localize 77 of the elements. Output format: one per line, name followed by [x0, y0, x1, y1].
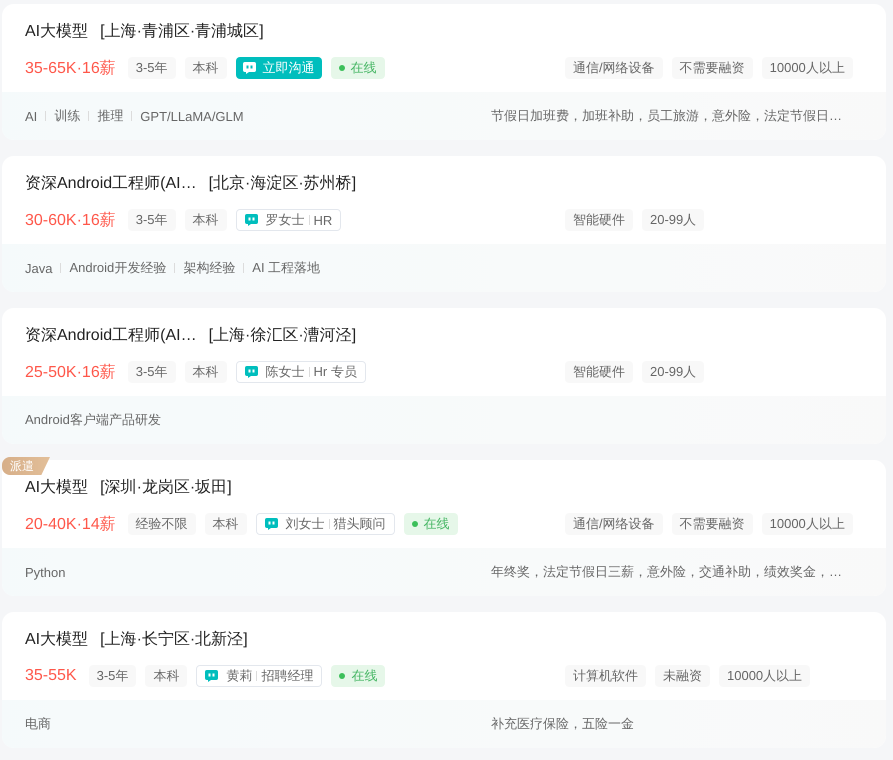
- job-type-badge: 派遣: [2, 457, 50, 475]
- chat-icon: [205, 670, 218, 682]
- benefits-text: 补充医疗保险，五险一金: [491, 715, 635, 733]
- skill-label: Android开发经验: [69, 259, 166, 277]
- job-card[interactable]: 资深Android工程师(AI… [上海·徐汇区·漕河泾] 25-50K·16薪 3-5年 本科 陈女士 Hr 专员 智能硬件 20-99人 Android客户端产品研发: [2, 308, 886, 444]
- benefits-text: 年终奖，法定节假日三薪，意外险，交通补助，绩效奖金，…: [491, 563, 843, 581]
- recruiter-role: HR: [314, 212, 332, 228]
- skill-label: AI: [25, 108, 38, 124]
- job-title[interactable]: 资深Android工程师(AI…: [25, 172, 197, 194]
- salary-text: 30-60K·16薪: [25, 210, 116, 230]
- company-tag: 10000人以上: [719, 665, 810, 687]
- company-tag: 未融资: [655, 665, 710, 687]
- company-tag: 不需要融资: [672, 57, 753, 79]
- recruiter-name: 罗女士: [266, 211, 305, 229]
- skill-label: 推理: [97, 107, 124, 125]
- company-tag: 20-99人: [642, 361, 704, 383]
- job-location: [深圳·龙岗区·坂田]: [100, 478, 232, 498]
- chat-icon: [242, 62, 256, 74]
- job-card[interactable]: AI大模型 [上海·青浦区·青浦城区] 35-65K·16薪 3-5年 本科 立即沟通 在线 通信/网络设备 不需要融资 10000人以上 AI 训练 推理 GPT/LLaMA/GLM 节假日加班费，加班补助，员工旅游，意外险，法定节假日…: [2, 4, 886, 140]
- company-tag: 计算机软件: [565, 665, 646, 687]
- job-title[interactable]: AI大模型: [25, 476, 88, 498]
- skill-label: Android客户端产品研发: [25, 411, 161, 429]
- job-location: [上海·长宁区·北新泾]: [100, 630, 248, 650]
- company-tag: 智能硬件: [565, 209, 633, 231]
- skill-label: GPT/LLaMA/GLM: [140, 108, 244, 124]
- skill-label: 训练: [54, 107, 80, 125]
- company-tag: 10000人以上: [762, 57, 853, 79]
- recruiter-role: 猎头顾问: [334, 515, 386, 533]
- company-tag: 20-99人: [642, 209, 704, 231]
- skill-label: 架构经验: [183, 259, 236, 277]
- requirement-tag: 本科: [145, 665, 188, 687]
- job-title[interactable]: AI大模型: [25, 628, 88, 650]
- company-tag: 通信/网络设备: [565, 57, 663, 79]
- status-dot-icon: [412, 521, 418, 527]
- job-card[interactable]: 派遣 AI大模型 [深圳·龙岗区·坂田] 20-40K·14薪 经验不限 本科 刘女士 猎头顾问 在线 通信/网络设备 不需要融资 10000人以上 Python 年终奖，法定节假日三薪，意外险，交通补助，绩效奖金，…: [2, 460, 886, 596]
- requirement-tag: 3-5年: [128, 361, 176, 383]
- requirement-tag: 3-5年: [88, 665, 136, 687]
- skill-label: Java: [25, 260, 52, 276]
- requirement-tag: 本科: [204, 513, 247, 535]
- chat-icon: [244, 214, 258, 226]
- recruiter-role: 招聘经理: [261, 667, 314, 685]
- recruiter-name: 黄莉: [226, 667, 252, 685]
- benefits-text: 节假日加班费，加班补助，员工旅游，意外险，法定节假日…: [491, 107, 843, 125]
- requirement-tag: 3-5年: [128, 209, 176, 231]
- skill-label: 电商: [25, 715, 51, 733]
- requirement-tag: 经验不限: [128, 513, 196, 535]
- salary-text: 35-65K·16薪: [25, 58, 116, 78]
- recruiter-role: Hr 专员: [314, 363, 357, 381]
- chat-icon: [244, 366, 258, 378]
- salary-text: 20-40K·14薪: [25, 514, 116, 534]
- company-tag: 通信/网络设备: [565, 513, 663, 535]
- job-title[interactable]: 资深Android工程师(AI…: [25, 324, 197, 346]
- online-label: 在线: [351, 667, 378, 685]
- salary-text: 25-50K·16薪: [25, 362, 116, 382]
- skill-label: Python: [25, 564, 66, 580]
- job-title[interactable]: AI大模型: [25, 20, 88, 42]
- chat-icon: [264, 518, 278, 530]
- online-label: 在线: [424, 515, 450, 533]
- job-card[interactable]: 资深Android工程师(AI… [北京·海淀区·苏州桥] 30-60K·16薪 3-5年 本科 罗女士 HR 智能硬件 20-99人 Java Android开发经验 架构经验 AI 工程落地: [2, 156, 886, 292]
- requirement-tag: 本科: [184, 57, 227, 79]
- online-label: 在线: [350, 59, 377, 77]
- status-dot-icon: [338, 65, 345, 71]
- job-location: [上海·青浦区·青浦城区]: [100, 22, 264, 42]
- skill-label: AI 工程落地: [252, 259, 320, 277]
- requirement-tag: 3-5年: [128, 57, 176, 79]
- status-dot-icon: [339, 673, 346, 679]
- salary-text: 35-55K: [25, 667, 77, 685]
- job-card[interactable]: AI大模型 [上海·长宁区·北新泾] 35-55K 3-5年 本科 黄莉 招聘经理 在线 计算机软件 未融资 10000人以上 电商 补充医疗保险，五险一金: [2, 612, 886, 748]
- job-location: [上海·徐汇区·漕河泾]: [208, 326, 356, 346]
- company-tag: 智能硬件: [565, 361, 633, 383]
- company-tag: 10000人以上: [762, 513, 853, 535]
- recruiter-name: 陈女士: [266, 363, 305, 381]
- requirement-tag: 本科: [184, 361, 227, 383]
- requirement-tag: 本科: [184, 209, 227, 231]
- recruiter-name: 刘女士: [286, 515, 325, 533]
- job-location: [北京·海淀区·苏州桥]: [208, 174, 356, 194]
- company-tag: 不需要融资: [672, 513, 753, 535]
